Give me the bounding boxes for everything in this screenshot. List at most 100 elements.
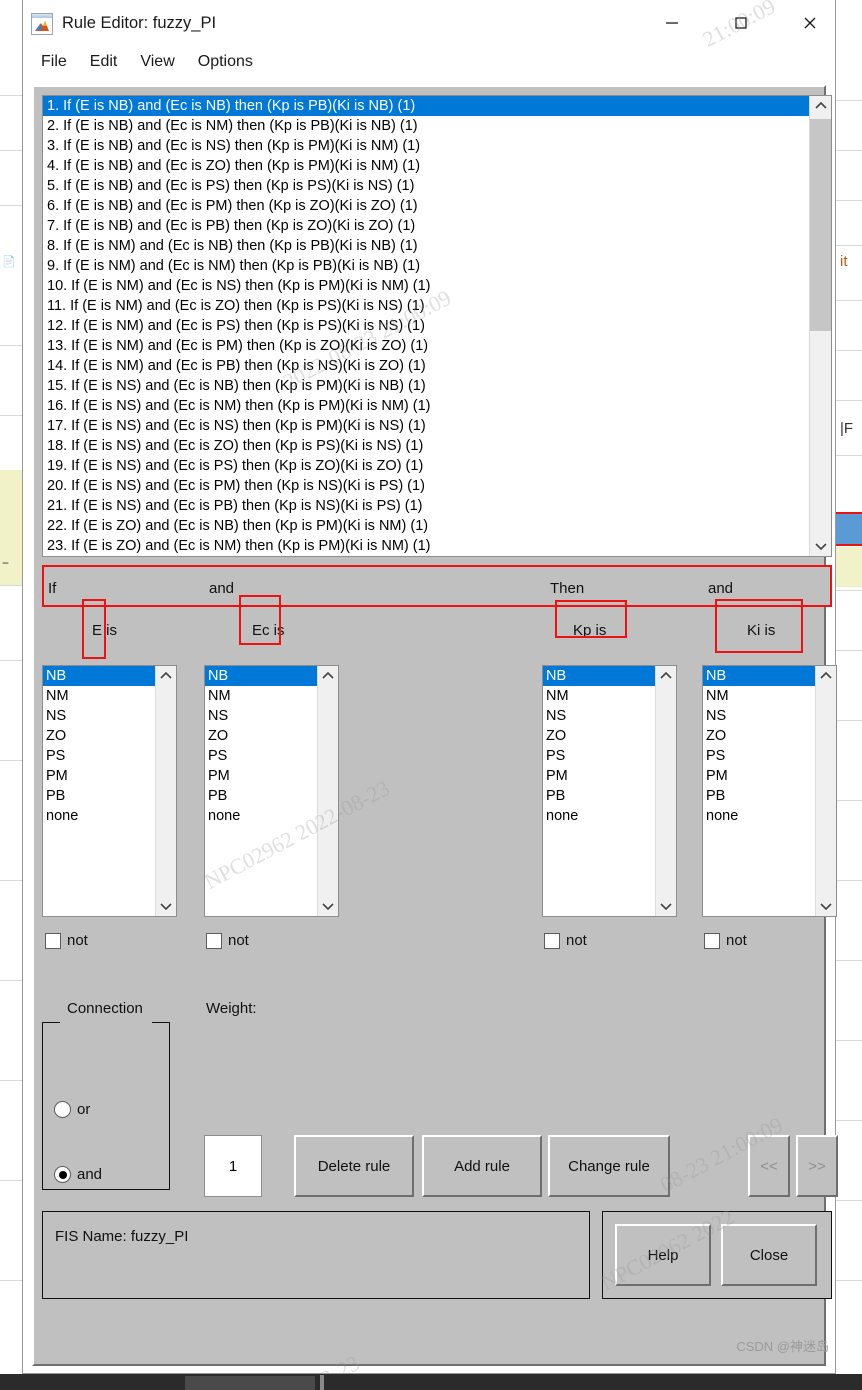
- chevron-up-icon[interactable]: [816, 666, 836, 686]
- mf-list-item[interactable]: NS: [543, 706, 655, 726]
- rule-list-item[interactable]: 19. If (E is NS) and (Ec is PS) then (Kp…: [43, 456, 809, 476]
- mf-list-item[interactable]: none: [43, 806, 155, 826]
- rule-list-item[interactable]: 9. If (E is NM) and (Ec is NM) then (Kp …: [43, 256, 809, 276]
- rule-list-item[interactable]: 3. If (E is NB) and (Ec is NS) then (Kp …: [43, 136, 809, 156]
- radio-connection-or[interactable]: or: [54, 1101, 90, 1118]
- change-rule-button[interactable]: Change rule: [548, 1135, 670, 1197]
- rule-list-item[interactable]: 17. If (E is NS) and (Ec is NS) then (Kp…: [43, 416, 809, 436]
- mf-list-item[interactable]: PS: [43, 746, 155, 766]
- menu-item-options[interactable]: Options: [198, 53, 253, 71]
- mf-list-item[interactable]: NS: [703, 706, 815, 726]
- previous-page-button[interactable]: <<: [748, 1135, 790, 1197]
- mf-list-item[interactable]: ZO: [43, 726, 155, 746]
- rule-list-item[interactable]: 20. If (E is NS) and (Ec is PM) then (Kp…: [43, 476, 809, 496]
- mf-list-item[interactable]: none: [543, 806, 655, 826]
- mf-list-item[interactable]: NS: [205, 706, 317, 726]
- chevron-up-icon[interactable]: [318, 666, 338, 686]
- chevron-up-icon[interactable]: [656, 666, 676, 686]
- not-checkbox-ec[interactable]: [206, 932, 222, 949]
- rule-list-item[interactable]: 21. If (E is NS) and (Ec is PB) then (Kp…: [43, 496, 809, 516]
- taskbar-item[interactable]: [185, 1376, 315, 1390]
- rule-list-viewport[interactable]: 1. If (E is NB) and (Ec is NB) then (Kp …: [43, 96, 809, 556]
- rule-list-item[interactable]: 5. If (E is NB) and (Ec is PS) then (Kp …: [43, 176, 809, 196]
- mf-list-item[interactable]: PM: [543, 766, 655, 786]
- mf-list-item[interactable]: PM: [43, 766, 155, 786]
- close-button[interactable]: Close: [721, 1224, 817, 1286]
- mf-list-item[interactable]: NB: [543, 666, 655, 686]
- chevron-up-icon[interactable]: [156, 666, 176, 686]
- rule-list-item[interactable]: 23. If (E is ZO) and (Ec is NM) then (Kp…: [43, 536, 809, 556]
- not-checkbox-e-group[interactable]: not: [45, 932, 88, 949]
- rule-list-scrollbar[interactable]: [809, 96, 831, 556]
- mf-list-item[interactable]: NM: [543, 686, 655, 706]
- mf-listbox-e-scrollbar[interactable]: [155, 666, 176, 916]
- not-checkbox-kp-group[interactable]: not: [544, 932, 587, 949]
- radio-connection-and[interactable]: and: [54, 1166, 102, 1183]
- close-window-button[interactable]: [787, 0, 833, 46]
- not-checkbox-kp[interactable]: [544, 932, 560, 949]
- mf-list-item[interactable]: PS: [703, 746, 815, 766]
- not-checkbox-ki[interactable]: [704, 932, 720, 949]
- mf-list-item[interactable]: PM: [205, 766, 317, 786]
- rule-list-item[interactable]: 2. If (E is NB) and (Ec is NM) then (Kp …: [43, 116, 809, 136]
- mf-listbox-ec-scrollbar[interactable]: [317, 666, 338, 916]
- menu-item-file[interactable]: File: [41, 53, 67, 71]
- next-page-button[interactable]: >>: [796, 1135, 838, 1197]
- mf-listbox-kp[interactable]: NB NM NS ZO PS PM PB none: [542, 665, 677, 917]
- chevron-up-icon[interactable]: [810, 96, 831, 116]
- mf-listbox-e[interactable]: NB NM NS ZO PS PM PB none: [42, 665, 177, 917]
- weight-input[interactable]: 1: [204, 1135, 262, 1197]
- chevron-down-icon[interactable]: [656, 896, 676, 916]
- add-rule-button[interactable]: Add rule: [422, 1135, 542, 1197]
- mf-list-item[interactable]: ZO: [703, 726, 815, 746]
- rule-list-item[interactable]: 10. If (E is NM) and (Ec is NS) then (Kp…: [43, 276, 809, 296]
- mf-listbox-ki-scrollbar[interactable]: [815, 666, 836, 916]
- mf-list-item[interactable]: NB: [43, 666, 155, 686]
- mf-list-item[interactable]: NM: [703, 686, 815, 706]
- radio-or-button[interactable]: [54, 1101, 71, 1118]
- rule-list-item[interactable]: 18. If (E is NS) and (Ec is ZO) then (Kp…: [43, 436, 809, 456]
- mf-list-item[interactable]: none: [205, 806, 317, 826]
- scrollbar-thumb[interactable]: [810, 119, 831, 331]
- mf-list-item[interactable]: PB: [543, 786, 655, 806]
- mf-list-item[interactable]: NB: [703, 666, 815, 686]
- mf-list-item[interactable]: NB: [205, 666, 317, 686]
- mf-list-item[interactable]: PB: [703, 786, 815, 806]
- mf-list-item[interactable]: NM: [205, 686, 317, 706]
- rule-list-item[interactable]: 7. If (E is NB) and (Ec is PB) then (Kp …: [43, 216, 809, 236]
- rule-list-item[interactable]: 22. If (E is ZO) and (Ec is NB) then (Kp…: [43, 516, 809, 536]
- rule-list-item[interactable]: 11. If (E is NM) and (Ec is ZO) then (Kp…: [43, 296, 809, 316]
- menu-item-edit[interactable]: Edit: [90, 53, 118, 71]
- mf-list-item[interactable]: NM: [43, 686, 155, 706]
- not-checkbox-e[interactable]: [45, 932, 61, 949]
- rule-list-item[interactable]: 12. If (E is NM) and (Ec is PS) then (Kp…: [43, 316, 809, 336]
- maximize-button[interactable]: [718, 0, 764, 46]
- mf-listbox-ki[interactable]: NB NM NS ZO PS PM PB none: [702, 665, 837, 917]
- rule-list-item[interactable]: 15. If (E is NS) and (Ec is NB) then (Kp…: [43, 376, 809, 396]
- rule-list-item[interactable]: 4. If (E is NB) and (Ec is ZO) then (Kp …: [43, 156, 809, 176]
- chevron-down-icon[interactable]: [810, 536, 831, 556]
- delete-rule-button[interactable]: Delete rule: [294, 1135, 414, 1197]
- minimize-button[interactable]: [649, 0, 695, 46]
- rule-list-item[interactable]: 14. If (E is NM) and (Ec is PB) then (Kp…: [43, 356, 809, 376]
- radio-and-button[interactable]: [54, 1166, 71, 1183]
- rule-list-item[interactable]: 6. If (E is NB) and (Ec is PM) then (Kp …: [43, 196, 809, 216]
- not-checkbox-ec-group[interactable]: not: [206, 932, 249, 949]
- mf-list-item[interactable]: NS: [43, 706, 155, 726]
- mf-listbox-e-items[interactable]: NB NM NS ZO PS PM PB none: [43, 666, 155, 916]
- chevron-down-icon[interactable]: [816, 896, 836, 916]
- chevron-down-icon[interactable]: [318, 896, 338, 916]
- mf-list-item[interactable]: ZO: [543, 726, 655, 746]
- chevron-down-icon[interactable]: [156, 896, 176, 916]
- rule-list-item[interactable]: 13. If (E is NM) and (Ec is PM) then (Kp…: [43, 336, 809, 356]
- mf-list-item[interactable]: PB: [205, 786, 317, 806]
- rule-list-item[interactable]: 16. If (E is NS) and (Ec is NM) then (Kp…: [43, 396, 809, 416]
- mf-listbox-kp-items[interactable]: NB NM NS ZO PS PM PB none: [543, 666, 655, 916]
- mf-list-item[interactable]: PS: [543, 746, 655, 766]
- mf-list-item[interactable]: PM: [703, 766, 815, 786]
- help-button[interactable]: Help: [615, 1224, 711, 1286]
- mf-listbox-ec[interactable]: NB NM NS ZO PS PM PB none: [204, 665, 339, 917]
- mf-list-item[interactable]: PS: [205, 746, 317, 766]
- mf-list-item[interactable]: none: [703, 806, 815, 826]
- mf-list-item[interactable]: PB: [43, 786, 155, 806]
